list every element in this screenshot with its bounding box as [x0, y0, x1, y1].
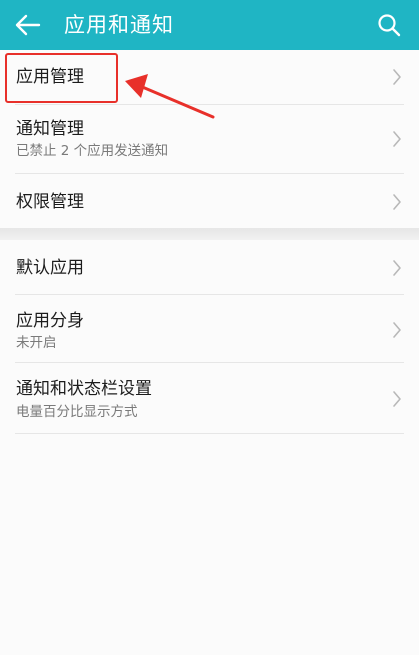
list-item-permission-management[interactable]: 权限管理 [15, 174, 404, 230]
chevron-right-icon [390, 129, 404, 149]
back-button[interactable] [10, 7, 46, 43]
chevron-right-icon [390, 389, 404, 409]
list-item-notification-management[interactable]: 通知管理 已禁止 2 个应用发送通知 [15, 105, 404, 174]
item-subtitle: 已禁止 2 个应用发送通知 [16, 143, 169, 159]
app-bar: 应用和通知 [0, 0, 419, 50]
search-button[interactable] [371, 7, 407, 43]
item-title: 通知和状态栏设置 [16, 379, 152, 399]
list-item-notification-statusbar-settings[interactable]: 通知和状态栏设置 电量百分比显示方式 [15, 363, 404, 434]
item-title: 应用管理 [16, 67, 84, 87]
section-divider [0, 228, 419, 240]
settings-screen: 应用和通知 应用管理 通知管理 已禁止 2 个应用发送通知 权限管理 默认应用 … [0, 0, 419, 655]
settings-group-general: 应用管理 通知管理 已禁止 2 个应用发送通知 权限管理 [0, 50, 419, 230]
list-item-default-apps[interactable]: 默认应用 [15, 240, 404, 295]
chevron-right-icon [390, 67, 404, 87]
chevron-right-icon [390, 320, 404, 340]
search-icon [378, 14, 401, 37]
settings-group-apps: 默认应用 应用分身 未开启 通知和状态栏设置 电量百分比显示方式 [0, 240, 419, 434]
list-item-app-management[interactable]: 应用管理 [15, 50, 404, 105]
page-title: 应用和通知 [64, 13, 174, 37]
list-item-app-twin[interactable]: 应用分身 未开启 [15, 295, 404, 363]
item-subtitle: 未开启 [16, 335, 57, 351]
item-title: 应用分身 [16, 311, 84, 331]
arrow-left-icon [15, 14, 41, 36]
item-title: 权限管理 [16, 192, 84, 212]
item-title: 通知管理 [16, 119, 84, 139]
item-title: 默认应用 [16, 258, 84, 278]
item-subtitle: 电量百分比显示方式 [16, 404, 138, 420]
chevron-right-icon [390, 258, 404, 278]
chevron-right-icon [390, 192, 404, 212]
